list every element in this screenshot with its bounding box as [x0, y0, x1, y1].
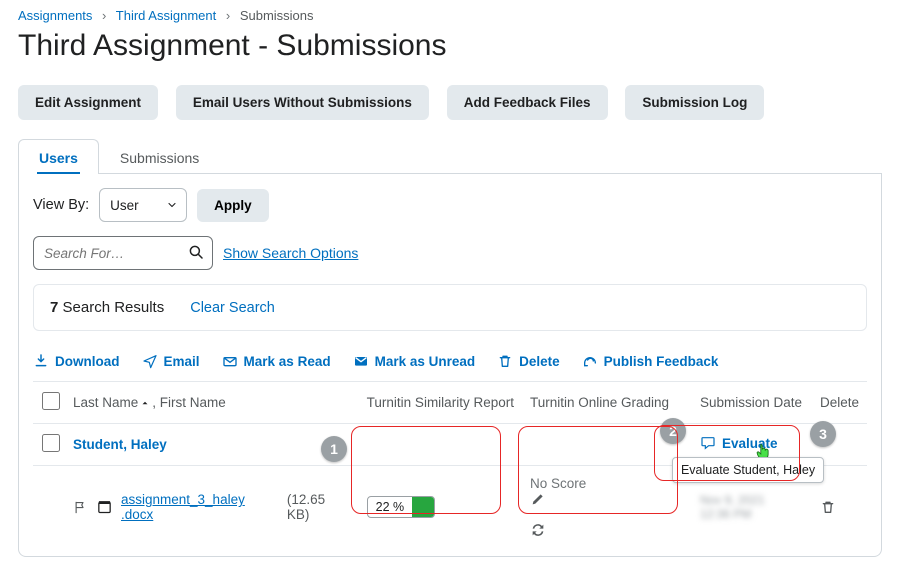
- student-link[interactable]: Student, Haley: [73, 437, 167, 452]
- breadcrumb-assignments[interactable]: Assignments: [18, 8, 92, 23]
- submission-log-button[interactable]: Submission Log: [625, 85, 764, 120]
- similarity-bar: [412, 497, 434, 517]
- breadcrumb-current: Submissions: [240, 8, 314, 23]
- file-icon: [96, 499, 113, 516]
- breadcrumb: Assignments › Third Assignment › Submiss…: [18, 8, 882, 23]
- annotation-badge-2: 2: [660, 418, 686, 444]
- speech-bubble-icon: [700, 435, 716, 451]
- table-row-student: Student, Haley 1 2 Evaluate: [33, 424, 867, 466]
- annotation-badge-3: 3: [810, 421, 836, 447]
- apply-button[interactable]: Apply: [197, 189, 269, 222]
- breadcrumb-sep: ›: [226, 8, 230, 23]
- th-delete: Delete: [812, 382, 867, 424]
- chevron-down-icon: [166, 199, 178, 211]
- sort-asc-icon: [140, 398, 150, 408]
- email-without-button[interactable]: Email Users Without Submissions: [176, 85, 429, 120]
- users-panel: View By: User Apply Show Search Options …: [18, 174, 882, 557]
- tab-users[interactable]: Users: [18, 139, 99, 174]
- mark-read-action[interactable]: Mark as Read: [222, 353, 331, 369]
- add-feedback-files-button[interactable]: Add Feedback Files: [447, 85, 608, 120]
- th-name[interactable]: Last Name , First Name: [69, 382, 359, 424]
- row-checkbox[interactable]: [42, 434, 60, 452]
- flag-icon[interactable]: [73, 500, 88, 515]
- publish-feedback-action[interactable]: Publish Feedback: [582, 353, 719, 369]
- th-submission-date: Submission Date: [692, 382, 812, 424]
- file-size: (12.65 KB): [287, 492, 351, 522]
- search-results-count: 7 Search Results: [50, 299, 164, 316]
- email-action[interactable]: Email: [142, 353, 200, 369]
- no-score-label: No Score: [530, 476, 586, 491]
- evaluate-tooltip: Evaluate Student, Haley: [672, 457, 824, 483]
- edit-grade-icon[interactable]: [530, 491, 684, 507]
- search-icon[interactable]: [187, 243, 205, 261]
- breadcrumb-sep: ›: [102, 8, 106, 23]
- edit-assignment-button[interactable]: Edit Assignment: [18, 85, 158, 120]
- search-results-bar: 7 Search Results Clear Search: [33, 284, 867, 331]
- show-search-options-link[interactable]: Show Search Options: [223, 245, 358, 261]
- tab-bar: Users Submissions: [18, 138, 882, 174]
- download-action[interactable]: Download: [33, 353, 120, 369]
- tab-submissions[interactable]: Submissions: [99, 139, 220, 174]
- th-similarity: Turnitin Similarity Report: [359, 382, 522, 424]
- viewby-label: View By:: [33, 197, 89, 213]
- viewby-value: User: [110, 198, 139, 213]
- bulk-actions-row: Download Email Mark as Read Mark as Unre…: [33, 353, 867, 369]
- refresh-icon[interactable]: [530, 522, 684, 538]
- similarity-pill[interactable]: 22 %: [367, 496, 436, 518]
- viewby-select[interactable]: User: [99, 188, 187, 222]
- submission-date-cell: Nov 9, 202112:36 PM: [700, 493, 804, 522]
- th-online-grading: Turnitin Online Grading: [522, 382, 692, 424]
- breadcrumb-third-assignment[interactable]: Third Assignment: [116, 8, 216, 23]
- clear-search-link[interactable]: Clear Search: [190, 300, 275, 316]
- search-input[interactable]: [33, 236, 213, 270]
- delete-submission-icon[interactable]: [820, 499, 859, 515]
- select-all-checkbox[interactable]: [42, 392, 60, 410]
- mark-unread-action[interactable]: Mark as Unread: [353, 353, 476, 369]
- page-title: Third Assignment - Submissions: [18, 29, 882, 63]
- action-button-row: Edit Assignment Email Users Without Subm…: [18, 85, 882, 120]
- similarity-value: 22 %: [368, 500, 413, 514]
- annotation-badge-1: 1: [321, 436, 347, 462]
- file-link[interactable]: assignment_3_haley .docx: [121, 492, 279, 522]
- submissions-table: Last Name , First Name Turnitin Similari…: [33, 381, 867, 548]
- delete-action[interactable]: Delete: [497, 353, 560, 369]
